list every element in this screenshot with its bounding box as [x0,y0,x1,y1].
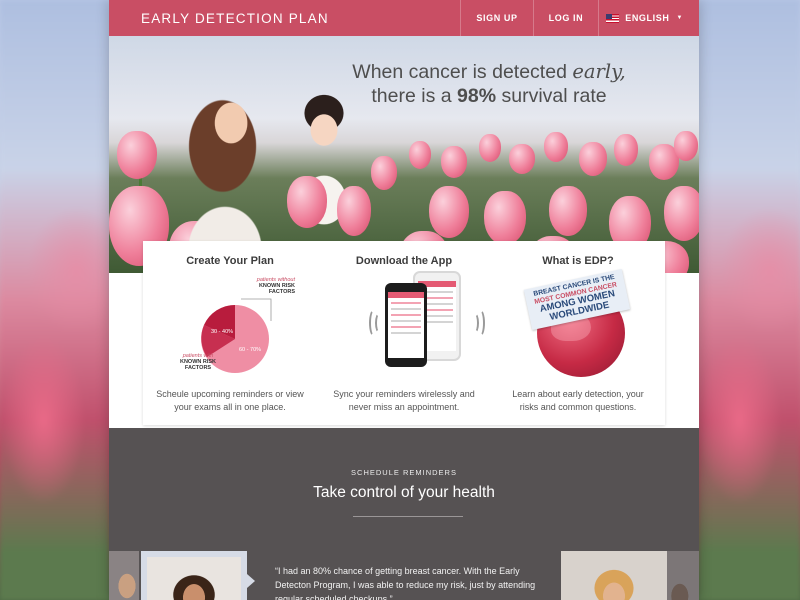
background-blur-right [699,0,800,600]
website-mockup: EARLY DETECTION PLAN SIGN UP LOG IN ENGL… [109,0,699,600]
feature-cards: Create Your Plan patients without KNOWN … [143,241,665,425]
background-blur-left [0,0,109,600]
testimonial-avatar-active[interactable] [141,551,247,600]
language-label: ENGLISH [625,13,670,23]
login-link[interactable]: LOG IN [532,0,599,36]
card-create-plan[interactable]: Create Your Plan patients without KNOWN … [143,241,317,425]
hero-line1-emphasis: early, [572,60,626,83]
pie-top-note: patients without KNOWN RISK FACTORS [251,277,295,295]
card-description: Learn about early detection, your risks … [512,389,644,412]
section-title: Take control of your health [313,484,495,501]
card-description: Sync your reminders wirelessly and never… [333,389,475,412]
wireless-wave-icon [475,309,485,337]
card-title: Create Your Plan [186,255,274,267]
phones-illustration [363,271,491,381]
caret-down-icon: ▼ [676,15,683,21]
card-download-app[interactable]: Download the App Sync your reminders wir… [317,241,491,425]
pie-small-slice-label: 30 - 40% [211,329,234,335]
risk-pie-illustration: patients without KNOWN RISK FACTORS pati… [173,277,295,377]
top-navigation: EARLY DETECTION PLAN SIGN UP LOG IN ENGL… [109,0,699,36]
section-eyebrow: SCHEDULE REMINDERS [351,468,457,477]
hero-line2-suffix: survival rate [496,85,607,107]
hero-stat: 98% [457,85,497,107]
signup-link[interactable]: SIGN UP [460,0,532,36]
speech-pointer-icon [247,574,255,588]
hero-headline: When cancer is detected early, there is … [329,60,649,108]
iphone-icon [385,283,427,367]
testimonial-avatar-next[interactable] [561,551,667,600]
testimonial-section: SCHEDULE REMINDERS Take control of your … [109,428,699,600]
hero-line2-prefix: there is a [371,85,458,107]
wireless-wave-icon [375,313,383,333]
pie-top-note-text: KNOWN RISK FACTORS [258,283,295,295]
card-title: What is EDP? [542,255,614,267]
us-flag-icon [606,13,620,23]
card-what-is-edp[interactable]: What is EDP? BREAST CANCER IS THE MOST C… [491,241,665,425]
testimonial-avatar-prev[interactable] [109,551,139,600]
brand-logo[interactable]: EARLY DETECTION PLAN [109,11,460,26]
hero-line1-prefix: When cancer is detected [352,61,573,83]
globe-illustration: BREAST CANCER IS THE MOST COMMON CANCER … [523,269,631,381]
avatar [147,557,241,600]
hero-banner: When cancer is detected early, there is … [109,36,699,273]
language-selector[interactable]: ENGLISH ▼ [598,0,699,36]
card-description: Scheule upcoming reminders or view your … [156,389,304,412]
pie-large-slice-label: 60 - 70% [239,347,262,353]
testimonial-avatar-edge[interactable] [667,551,699,600]
pie-bottom-note-text: KNOWN RISK FACTORS [179,359,217,371]
card-title: Download the App [355,255,453,267]
testimonial-quote: “I had an 80% chance of getting breast c… [275,566,536,600]
pie-bottom-note: patients with KNOWN RISK FACTORS [173,353,223,371]
section-divider [353,516,463,517]
